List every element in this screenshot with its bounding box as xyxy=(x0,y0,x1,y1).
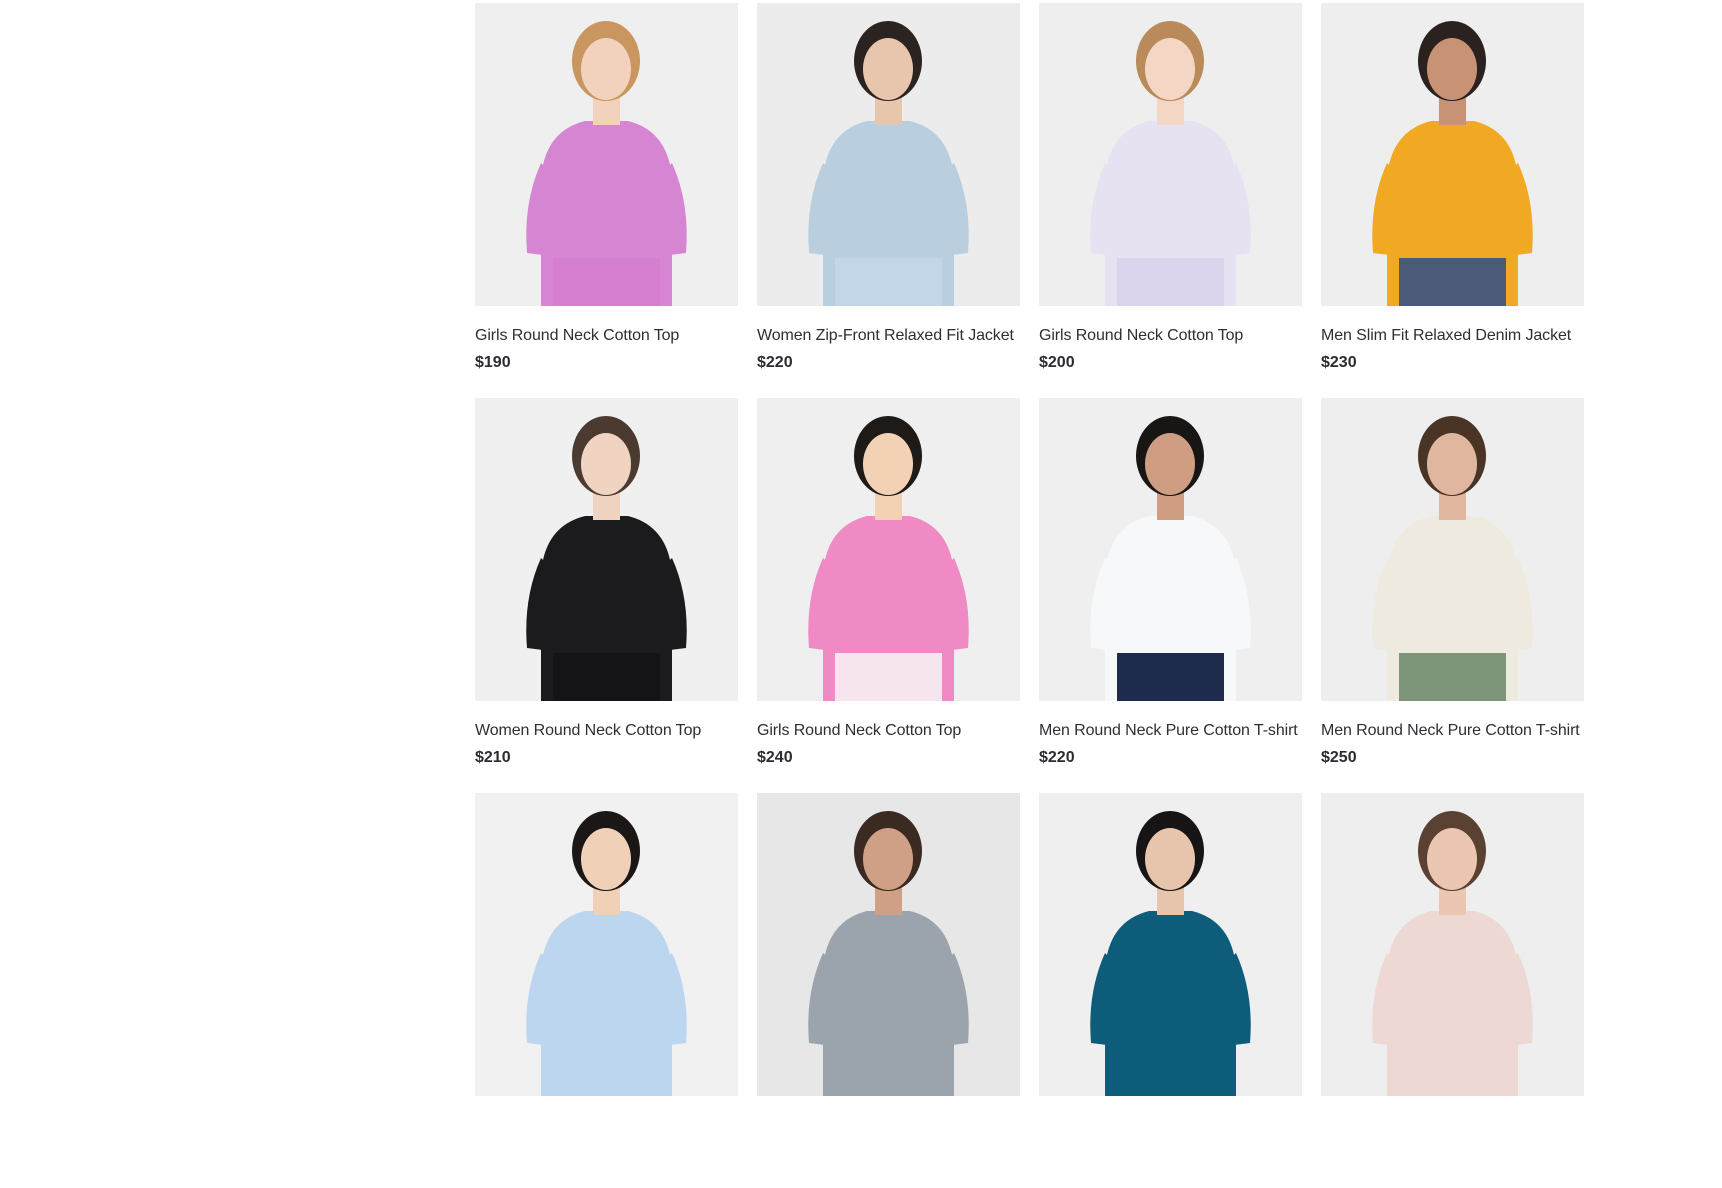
product-card[interactable] xyxy=(757,793,1020,1188)
model-figure xyxy=(475,398,738,701)
product-name[interactable]: Men Round Neck Pure Cotton T-shirt xyxy=(1039,721,1302,741)
model-figure xyxy=(757,793,1020,1096)
product-card[interactable]: Girls Round Neck Cotton Top $200 xyxy=(1039,3,1302,398)
product-price: $240 xyxy=(757,749,793,766)
product-name[interactable]: Women Round Neck Cotton Top xyxy=(475,721,738,741)
product-image[interactable] xyxy=(757,793,1020,1096)
product-grid: Girls Round Neck Cotton Top $190 Women Zip… xyxy=(475,3,1585,1188)
product-price: $230 xyxy=(1321,354,1357,371)
product-image[interactable] xyxy=(1321,3,1584,306)
model-figure xyxy=(757,3,1020,306)
product-card[interactable] xyxy=(1321,793,1584,1188)
product-image[interactable] xyxy=(1321,793,1584,1096)
product-card[interactable]: Women Round Neck Cotton Top $210 xyxy=(475,398,738,793)
model-figure xyxy=(757,398,1020,701)
model-figure xyxy=(1321,3,1584,306)
model-figure xyxy=(1321,793,1584,1096)
product-card[interactable]: Men Round Neck Pure Cotton T-shirt $250 xyxy=(1321,398,1584,793)
product-price: $220 xyxy=(757,354,793,371)
product-card[interactable]: Men Slim Fit Relaxed Denim Jacket $230 xyxy=(1321,3,1584,398)
product-card[interactable]: Women Zip-Front Relaxed Fit Jacket $220 xyxy=(757,3,1020,398)
product-image[interactable] xyxy=(1039,793,1302,1096)
product-name[interactable]: Girls Round Neck Cotton Top xyxy=(475,326,738,346)
product-name[interactable]: Men Slim Fit Relaxed Denim Jacket xyxy=(1321,326,1584,346)
model-figure xyxy=(1039,3,1302,306)
product-image[interactable] xyxy=(757,398,1020,701)
product-image[interactable] xyxy=(757,3,1020,306)
product-price: $220 xyxy=(1039,749,1075,766)
model-figure xyxy=(475,3,738,306)
product-price: $210 xyxy=(475,749,511,766)
product-name[interactable]: Men Round Neck Pure Cotton T-shirt xyxy=(1321,721,1584,741)
product-name[interactable]: Women Zip-Front Relaxed Fit Jacket xyxy=(757,326,1020,346)
product-image[interactable] xyxy=(1039,3,1302,306)
product-image[interactable] xyxy=(1039,398,1302,701)
model-figure xyxy=(1039,398,1302,701)
product-image[interactable] xyxy=(1321,398,1584,701)
model-figure xyxy=(1321,398,1584,701)
product-name[interactable]: Girls Round Neck Cotton Top xyxy=(757,721,1020,741)
product-price: $190 xyxy=(475,354,511,371)
product-card[interactable]: Girls Round Neck Cotton Top $190 xyxy=(475,3,738,398)
product-image[interactable] xyxy=(475,398,738,701)
product-price: $200 xyxy=(1039,354,1075,371)
product-card[interactable] xyxy=(1039,793,1302,1188)
product-image[interactable] xyxy=(475,3,738,306)
model-figure xyxy=(475,793,738,1096)
product-price: $250 xyxy=(1321,749,1357,766)
product-card[interactable] xyxy=(475,793,738,1188)
product-card[interactable]: Girls Round Neck Cotton Top $240 xyxy=(757,398,1020,793)
product-name[interactable]: Girls Round Neck Cotton Top xyxy=(1039,326,1302,346)
model-figure xyxy=(1039,793,1302,1096)
product-card[interactable]: Men Round Neck Pure Cotton T-shirt $220 xyxy=(1039,398,1302,793)
product-image[interactable] xyxy=(475,793,738,1096)
